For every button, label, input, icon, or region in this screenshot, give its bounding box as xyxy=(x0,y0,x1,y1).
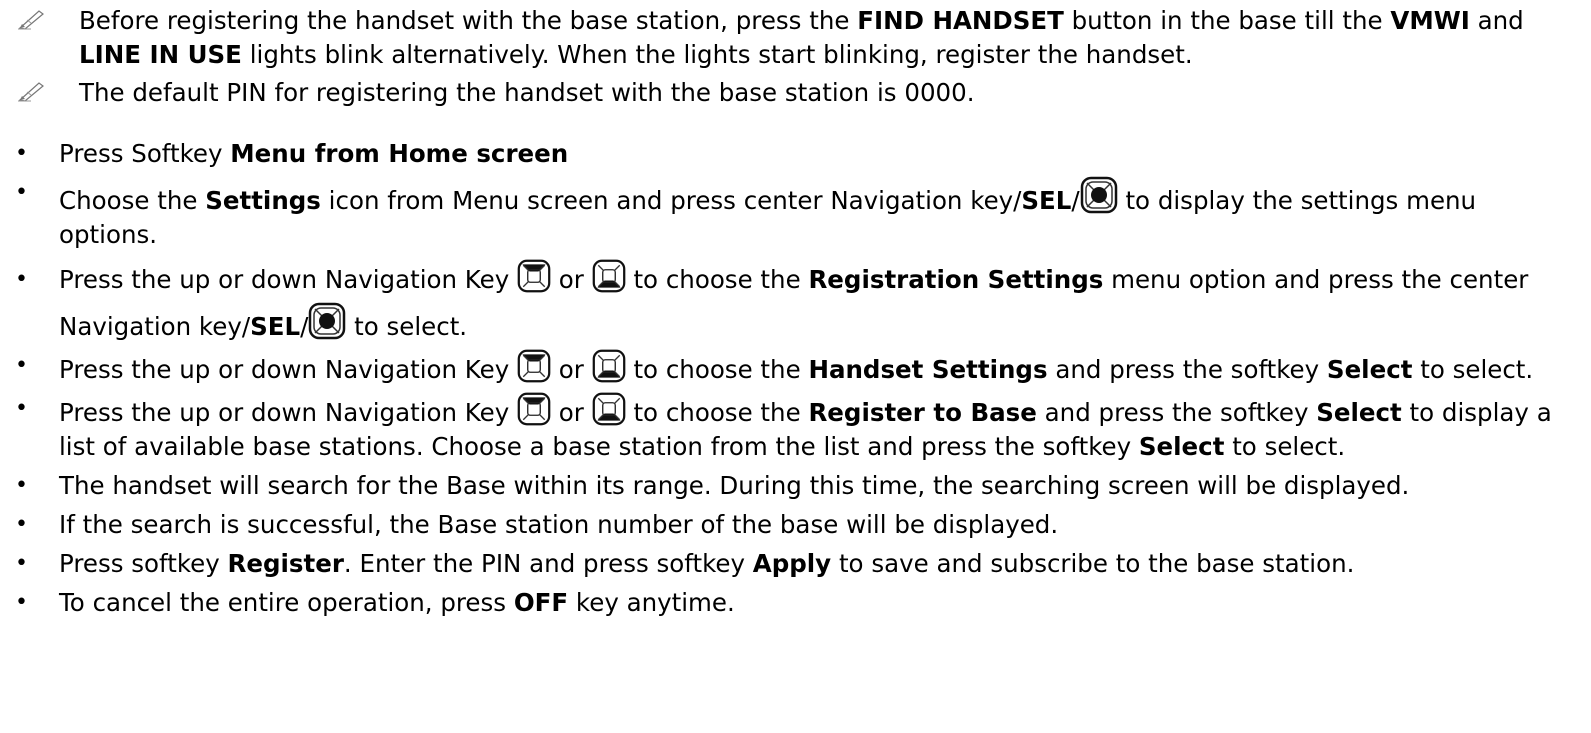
up-navigation-key-icon xyxy=(517,392,551,426)
bullet: • xyxy=(15,512,28,537)
bullet: • xyxy=(15,473,28,498)
bullet: • xyxy=(15,267,28,292)
up-navigation-key-icon xyxy=(517,349,551,383)
bullet: • xyxy=(15,180,28,205)
note-text: Before registering the handset with the … xyxy=(79,6,1524,69)
bullet: • xyxy=(15,551,28,576)
list-item: • Press the up or down Navigation Key or… xyxy=(0,257,1591,349)
bullet: • xyxy=(15,590,28,615)
list-item: • Press Softkey Menu from Home screen xyxy=(0,137,1591,171)
pencil-note-icon xyxy=(17,77,45,99)
list-item: • Choose the Settings icon from Menu scr… xyxy=(0,176,1591,252)
down-navigation-key-icon xyxy=(592,259,626,293)
up-navigation-key-icon xyxy=(517,259,551,293)
center-navigation-key-icon xyxy=(1080,176,1118,214)
list-item: • To cancel the entire operation, press … xyxy=(0,586,1591,620)
bullet: • xyxy=(15,141,28,166)
bullet: • xyxy=(15,396,28,421)
down-navigation-key-icon xyxy=(592,392,626,426)
list-item: • Press the up or down Navigation Key or… xyxy=(0,392,1591,464)
note-text: The default PIN for registering the hand… xyxy=(79,78,975,107)
center-navigation-key-icon xyxy=(308,302,346,340)
bullet: • xyxy=(15,353,28,378)
document-page: Before registering the handset with the … xyxy=(0,0,1591,733)
pencil-note-icon xyxy=(17,5,45,27)
down-navigation-key-icon xyxy=(592,349,626,383)
list-item: • The handset will search for the Base w… xyxy=(0,469,1591,503)
list-item: • If the search is successful, the Base … xyxy=(0,508,1591,542)
registration-steps-list: • Press Softkey Menu from Home screen • … xyxy=(0,137,1591,625)
list-item: • Press softkey Register. Enter the PIN … xyxy=(0,547,1591,581)
list-item: • Press the up or down Navigation Key or… xyxy=(0,349,1591,387)
